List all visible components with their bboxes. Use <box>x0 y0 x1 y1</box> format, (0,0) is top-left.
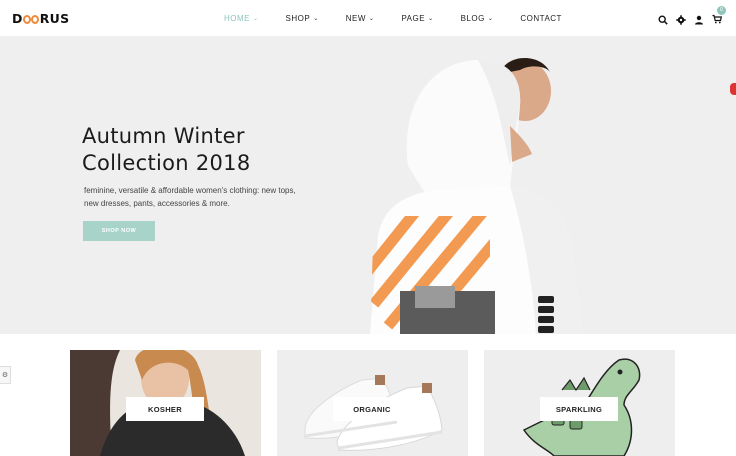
user-icon[interactable] <box>694 15 704 25</box>
chevron-down-icon: ⌄ <box>313 15 319 22</box>
main-nav: HOME ⌄ SHOP ⌄ NEW ⌄ PAGE ⌄ BLOG ⌄ CONTACT <box>224 0 589 36</box>
nav-label: BLOG <box>460 13 485 23</box>
hero-subtitle: feminine, versatile & affordable women's… <box>84 186 296 208</box>
hero-banner: Autumn Winter Collection 2018 feminine, … <box>0 36 736 334</box>
category-label: ORGANIC <box>333 397 411 421</box>
logo-ring-icon <box>22 15 31 24</box>
category-card-kosher[interactable]: KOSHER <box>70 350 261 456</box>
nav-item-blog[interactable]: BLOG ⌄ <box>461 14 494 23</box>
category-label: SPARKLING <box>540 397 618 421</box>
chevron-down-icon: ⌄ <box>428 15 434 22</box>
hero-model-image <box>370 57 582 334</box>
category-label: KOSHER <box>126 397 204 421</box>
nav-item-page[interactable]: PAGE ⌄ <box>401 14 433 23</box>
settings-toggle[interactable]: ⚙ <box>0 366 11 384</box>
nav-label: PAGE <box>401 13 426 23</box>
chevron-down-icon: ⌄ <box>368 15 375 22</box>
logo-prefix: D <box>12 11 23 26</box>
chevron-down-icon: ⌄ <box>487 15 494 22</box>
nav-item-shop[interactable]: SHOP ⌄ <box>286 14 319 23</box>
cart-icon <box>712 14 722 24</box>
site-header: D RUS HOME ⌄ SHOP ⌄ NEW ⌄ PAGE ⌄ BLOG ⌄ CONTAC… <box>0 0 736 36</box>
chevron-down-icon: ⌄ <box>253 15 259 22</box>
logo-suffix: RUS <box>39 11 70 26</box>
search-icon[interactable] <box>658 15 668 25</box>
header-icons: 0 <box>658 6 726 29</box>
badge-marker <box>730 83 736 95</box>
nav-label: SHOP <box>285 13 311 23</box>
cart-button[interactable]: 0 <box>712 6 726 29</box>
nav-label: NEW <box>345 13 366 23</box>
cart-count-badge: 0 <box>717 6 726 15</box>
nav-label: CONTACT <box>520 13 562 23</box>
nav-label: HOME <box>224 13 250 23</box>
logo[interactable]: D RUS <box>12 11 69 26</box>
nav-item-new[interactable]: NEW ⌄ <box>346 14 375 23</box>
hero-title: Autumn Winter Collection 2018 <box>82 124 251 175</box>
logo-ring-icon <box>31 15 40 24</box>
nav-item-home[interactable]: HOME ⌄ <box>224 14 259 23</box>
nav-item-contact[interactable]: CONTACT <box>520 14 562 23</box>
shop-now-button[interactable]: SHOP NOW <box>83 221 155 241</box>
category-card-sparkling[interactable]: SPARKLING <box>484 350 675 456</box>
gear-icon[interactable] <box>676 15 686 25</box>
category-card-organic[interactable]: ORGANIC <box>277 350 468 456</box>
gear-icon: ⚙ <box>1 372 9 379</box>
